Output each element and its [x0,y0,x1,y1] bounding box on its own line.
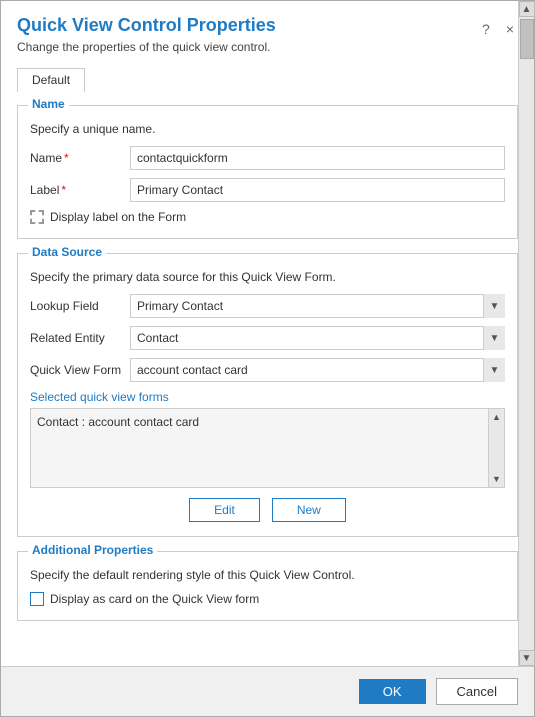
dialog-subtitle: Change the properties of the quick view … [17,40,478,54]
display-as-card-checkbox[interactable] [30,592,44,606]
datasource-buttons: Edit New [30,498,505,522]
list-scroll-down[interactable]: ▼ [489,471,505,487]
label-input[interactable] [130,178,505,202]
label-field-row: Label* [30,178,505,202]
name-section: Name Specify a unique name. Name* Label*… [17,105,518,239]
scroll-up-arrow[interactable]: ▲ [519,1,535,17]
name-required-star: * [64,151,69,165]
edit-button[interactable]: Edit [189,498,260,522]
name-section-description: Specify a unique name. [30,122,505,136]
display-as-card-label: Display as card on the Quick View form [50,592,259,606]
related-entity-label: Related Entity [30,331,130,345]
related-entity-row: Related Entity Contact ▼ [30,326,505,350]
data-source-legend: Data Source [28,245,106,259]
dialog-title: Quick View Control Properties [17,15,478,36]
new-button[interactable]: New [272,498,346,522]
additional-section-legend: Additional Properties [28,543,157,557]
data-source-description: Specify the primary data source for this… [30,270,505,284]
list-item: Contact : account contact card [37,413,498,431]
display-label-checkbox[interactable] [30,210,44,224]
dialog-title-area: Quick View Control Properties Change the… [17,15,478,54]
additional-section-description: Specify the default rendering style of t… [30,568,505,582]
name-field-row: Name* [30,146,505,170]
label-required-star: * [61,183,66,197]
related-entity-select-wrapper: Contact ▼ [130,326,505,350]
lookup-field-label: Lookup Field [30,299,130,313]
scrollbar-thumb[interactable] [520,19,534,59]
display-as-card-row: Display as card on the Quick View form [30,592,505,606]
name-field-label: Name* [30,151,130,165]
selected-forms-label: Selected quick view forms [30,390,505,404]
selected-forms-list[interactable]: Contact : account contact card ▲ ▼ [30,408,505,488]
tab-default[interactable]: Default [17,68,85,93]
quick-view-form-select-wrapper: account contact card ▼ [130,358,505,382]
close-icon[interactable]: × [502,19,518,39]
quick-view-form-select[interactable]: account contact card [130,358,505,382]
quick-view-form-label: Quick View Form [30,363,130,377]
lookup-field-select-wrapper: Primary Contact ▼ [130,294,505,318]
ok-button[interactable]: OK [359,679,426,704]
list-scroll-up[interactable]: ▲ [489,409,505,425]
scroll-down-arrow[interactable]: ▼ [519,650,535,666]
dialog-header: Quick View Control Properties Change the… [1,1,534,60]
dialog-header-icons: ? × [478,19,518,39]
dialog-scrollbar[interactable]: ▲ ▼ [518,1,534,666]
dialog-footer: OK Cancel [1,666,534,716]
cancel-button[interactable]: Cancel [436,678,518,705]
tab-row: Default [17,68,518,93]
label-field-label: Label* [30,183,130,197]
dialog-content: Default Name Specify a unique name. Name… [1,60,534,666]
lookup-field-row: Lookup Field Primary Contact ▼ [30,294,505,318]
list-box-scrollbar[interactable]: ▲ ▼ [488,409,504,487]
lookup-field-select[interactable]: Primary Contact [130,294,505,318]
display-label-text: Display label on the Form [50,210,186,224]
display-label-row: Display label on the Form [30,210,505,224]
additional-properties-section: Additional Properties Specify the defaul… [17,551,518,621]
dialog-container: Quick View Control Properties Change the… [0,0,535,717]
help-icon[interactable]: ? [478,19,494,39]
name-input[interactable] [130,146,505,170]
name-section-legend: Name [28,97,69,111]
scrollbar-track [519,17,534,650]
data-source-section: Data Source Specify the primary data sou… [17,253,518,537]
related-entity-select[interactable]: Contact [130,326,505,350]
quick-view-form-row: Quick View Form account contact card ▼ [30,358,505,382]
